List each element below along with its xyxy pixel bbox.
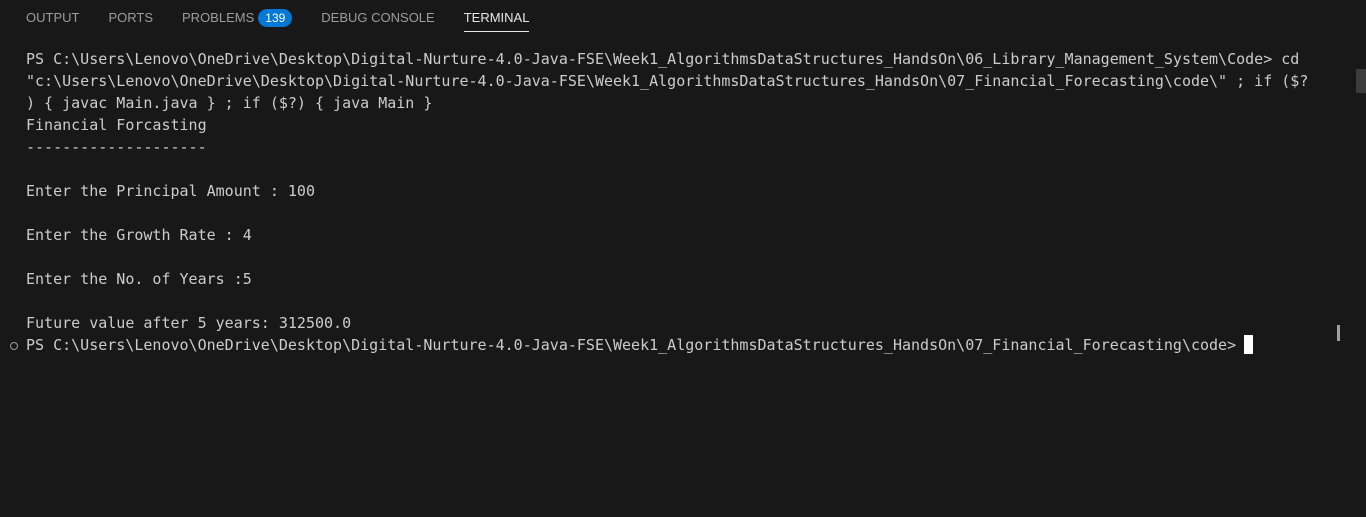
terminal-lines: PS C:\Users\Lenovo\OneDrive\Desktop\Digi…: [26, 48, 1326, 356]
tab-ports[interactable]: PORTS: [108, 0, 153, 35]
terminal-line: ) { javac Main.java } ; if ($?) { java M…: [26, 94, 433, 112]
tab-debug-console-label: DEBUG CONSOLE: [321, 9, 435, 25]
terminal-line: "c:\Users\Lenovo\OneDrive\Desktop\Digita…: [26, 72, 1309, 90]
tab-output-label: OUTPUT: [26, 9, 80, 25]
scrollbar-overview-marker: [1337, 325, 1340, 341]
terminal-scrollbar-thumb[interactable]: [1356, 69, 1366, 93]
terminal-panel: OUTPUT PORTS PROBLEMS 139 DEBUG CONSOLE …: [0, 0, 1366, 517]
tab-problems[interactable]: PROBLEMS 139: [182, 0, 293, 35]
terminal-line: Enter the No. of Years :5: [26, 270, 252, 288]
tab-terminal-label: TERMINAL: [463, 9, 530, 25]
tab-ports-label: PORTS: [108, 9, 154, 25]
terminal-scrollbar[interactable]: [1356, 35, 1366, 517]
terminal-line: Financial Forcasting: [26, 116, 207, 134]
command-decoration-icon[interactable]: [10, 342, 18, 350]
tab-terminal[interactable]: TERMINAL: [463, 0, 530, 35]
terminal-output[interactable]: PS C:\Users\Lenovo\OneDrive\Desktop\Digi…: [0, 35, 1366, 517]
tab-problems-label: PROBLEMS: [182, 9, 255, 25]
terminal-line: --------------------: [26, 138, 207, 156]
terminal-line: Enter the Principal Amount : 100: [26, 182, 315, 200]
tab-debug-console[interactable]: DEBUG CONSOLE: [321, 0, 434, 35]
terminal-line: Enter the Growth Rate : 4: [26, 226, 252, 244]
tab-output[interactable]: OUTPUT: [26, 0, 79, 35]
problems-count-badge: 139: [258, 8, 293, 27]
terminal-cursor: [1244, 335, 1254, 354]
terminal-prompt-line: PS C:\Users\Lenovo\OneDrive\Desktop\Digi…: [26, 334, 1326, 356]
terminal-prompt: PS C:\Users\Lenovo\OneDrive\Desktop\Digi…: [26, 336, 1237, 354]
terminal-line: Future value after 5 years: 312500.0: [26, 314, 352, 332]
panel-tab-bar: OUTPUT PORTS PROBLEMS 139 DEBUG CONSOLE …: [0, 0, 1366, 35]
terminal-line: PS C:\Users\Lenovo\OneDrive\Desktop\Digi…: [26, 50, 1300, 68]
